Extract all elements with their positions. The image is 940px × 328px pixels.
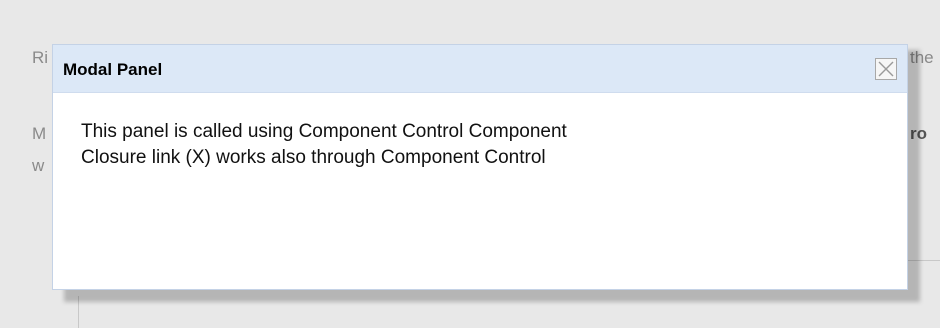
modal-body-line: This panel is called using Component Con… (81, 121, 567, 142)
modal-body: This panel is called using Component Con… (81, 119, 567, 171)
modal-body-line: Closure link (X) works also through Comp… (81, 147, 546, 168)
modal-header: Modal Panel (53, 45, 907, 93)
modal-panel: Modal Panel This panel is called using C… (52, 44, 908, 290)
modal-title: Modal Panel (63, 60, 163, 79)
background-text: w (32, 156, 45, 175)
background-text: Ri (32, 48, 49, 67)
background-text: M (32, 124, 47, 143)
close-button[interactable] (875, 58, 897, 80)
close-icon (878, 61, 894, 77)
